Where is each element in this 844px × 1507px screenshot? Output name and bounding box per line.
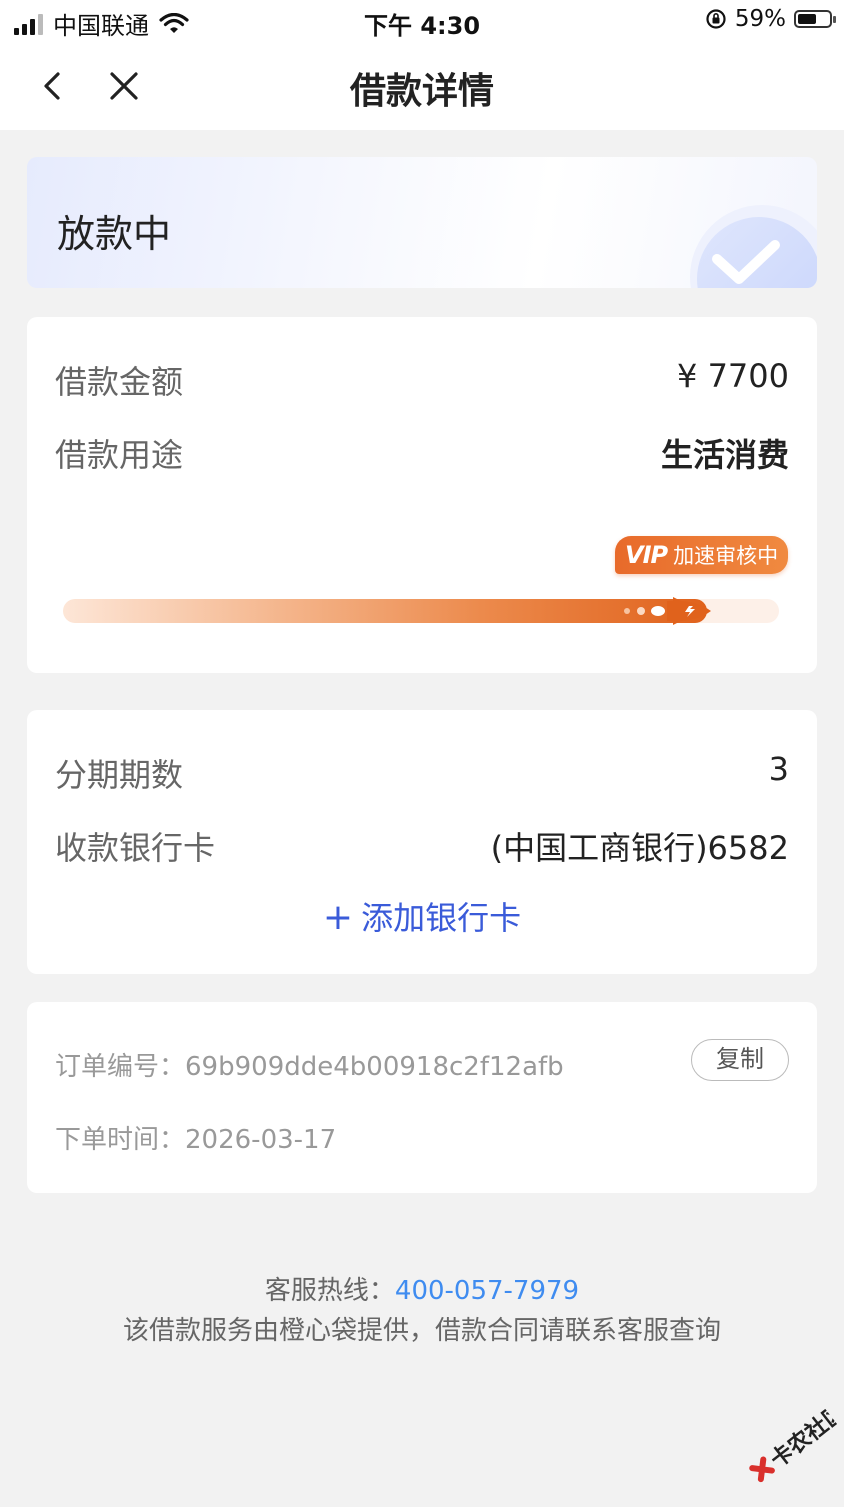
vip-review-tag: VIP 加速审核中	[615, 536, 789, 574]
vip-logo: VIP	[625, 541, 668, 569]
order-number-value: 69b909dde4b00918c2f12afb	[185, 1052, 564, 1082]
bank-card-label: 收款银行卡	[55, 829, 216, 867]
add-bank-card-button[interactable]: + 添加银行卡	[27, 893, 817, 939]
order-time-value: 2026-03-17	[185, 1125, 337, 1155]
battery-icon	[794, 10, 836, 28]
watermark-icon: 卡农社区	[749, 1398, 844, 1483]
watermark-logo: 卡农社区	[729, 1387, 844, 1504]
rotation-lock-icon	[706, 9, 726, 29]
review-progress-fill	[63, 599, 708, 623]
hotline-number-link[interactable]: 400-057-7979	[395, 1276, 579, 1306]
amount-value: ¥ 7700	[677, 357, 789, 395]
status-bar: 中国联通 下午 4:30 59%	[0, 0, 844, 44]
vip-status-text: 加速审核中	[673, 544, 779, 568]
check-icon	[690, 205, 817, 288]
purpose-label: 借款用途	[55, 436, 184, 474]
page-title: 借款详情	[349, 71, 494, 112]
repayment-card: 分期期数 3 收款银行卡 (中国工商银行)6582 + 添加银行卡	[27, 710, 817, 974]
plus-icon: +	[322, 897, 354, 938]
order-info-card: 订单编号：69b909dde4b00918c2f12afb 复制 下单时间：20…	[27, 1002, 817, 1193]
order-number-label: 订单编号：	[55, 1052, 186, 1082]
service-notice: 该借款服务由橙心袋提供，借款合同请联系客服查询	[122, 1316, 721, 1346]
order-number-row: 订单编号：69b909dde4b00918c2f12afb	[55, 1046, 564, 1083]
add-bank-card-label: 添加银行卡	[361, 899, 522, 937]
svg-text:卡农社区: 卡农社区	[766, 1398, 844, 1473]
status-right: 59%	[705, 6, 836, 32]
copy-button[interactable]: 复制	[691, 1039, 789, 1081]
loan-info-card: 借款金额 ¥ 7700 借款用途 生活消费 VIP 加速审核中	[27, 317, 817, 673]
periods-label: 分期期数	[55, 756, 184, 794]
order-time-row: 下单时间：2026-03-17	[55, 1119, 336, 1156]
hotline-label: 客服热线：	[264, 1276, 395, 1306]
loan-status-text: 放款中	[57, 212, 172, 256]
order-time-label: 下单时间：	[55, 1125, 186, 1155]
loan-status-card: 放款中	[27, 157, 817, 288]
battery-percent: 59%	[734, 6, 786, 32]
amount-label: 借款金额	[55, 363, 184, 401]
purpose-value: 生活消费	[660, 436, 789, 474]
rocket-icon	[624, 597, 712, 625]
nav-bar: 借款详情	[0, 44, 844, 130]
customer-service-hotline: 客服热线：400-057-7979	[0, 1270, 844, 1307]
periods-value: 3	[768, 750, 789, 788]
bank-card-value: (中国工商银行)6582	[490, 829, 789, 867]
